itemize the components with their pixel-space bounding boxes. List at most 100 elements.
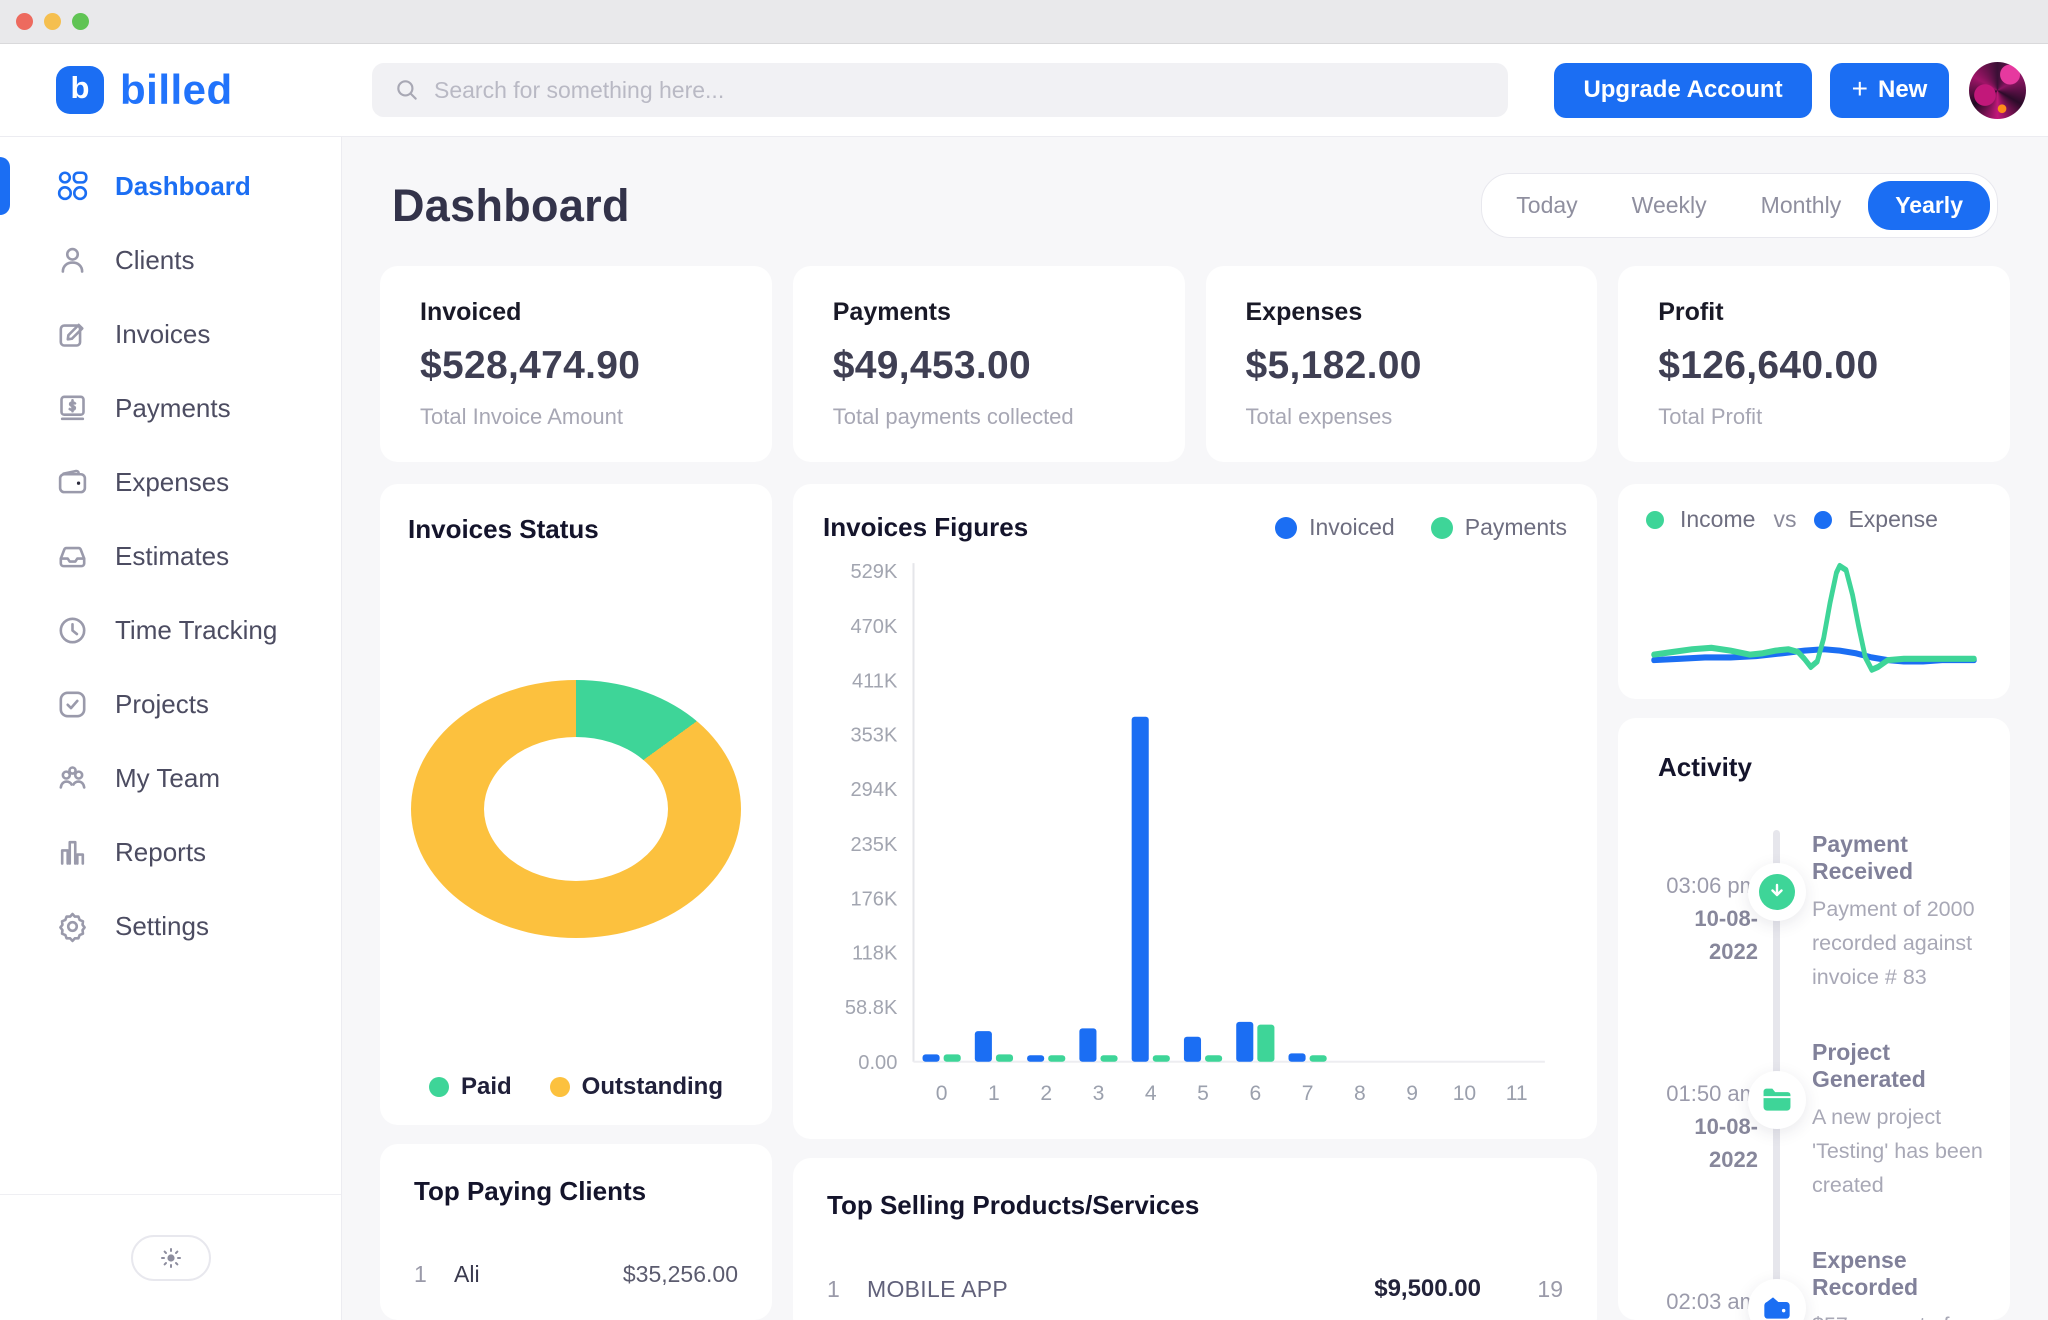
sidebar-item-payments[interactable]: Payments [0, 371, 341, 445]
income-dot-icon [1646, 511, 1664, 529]
stat-card-payments: Payments$49,453.00Total payments collect… [793, 266, 1185, 462]
activity-timestamp: 03:06 pm10-08-2022 [1658, 831, 1758, 995]
stat-value: $528,474.90 [420, 344, 732, 388]
sidebar-item-dashboard[interactable]: Dashboard [0, 149, 341, 223]
activity-item-body: A new project 'Testing' has been created [1812, 1101, 1984, 1203]
main-content: Dashboard TodayWeeklyMonthlyYearly Invoi… [342, 137, 2048, 1320]
sidebar-item-label: Invoices [115, 319, 210, 350]
income-vs-expense-card: Income vs Expense [1618, 484, 2010, 699]
top-paying-clients-rows: 1Ali$35,256.00 [414, 1261, 738, 1288]
top-selling-card: Top Selling Products/Services 1MOBILE AP… [793, 1158, 1597, 1320]
sidebar: DashboardClients Invoices PaymentsExpenses… [0, 137, 342, 1320]
invoices-icon [56, 318, 89, 351]
client-row[interactable]: 1Ali$35,256.00 [414, 1261, 738, 1288]
activity-item-expense-recorded: 02:03 am03-08-2022 Expense Recorded $57 am… [1658, 1247, 1984, 1320]
reports-icon [56, 836, 89, 869]
activity-date: 10-08-2022 [1658, 1110, 1758, 1176]
sidebar-item-label: Estimates [115, 541, 229, 572]
top-selling-title: Top Selling Products/Services [827, 1190, 1563, 1221]
sidebar-item-my-team[interactable]: My Team [0, 741, 341, 815]
legend-invoiced: Invoiced [1275, 514, 1395, 541]
svg-text:1: 1 [988, 1082, 1000, 1105]
activity-card: Activity 03:06 pm10-08-2022Payment Recei… [1618, 718, 2010, 1320]
period-tabs: TodayWeeklyMonthlyYearly [1481, 173, 1998, 238]
tab-today[interactable]: Today [1489, 181, 1604, 230]
income-label: Income [1680, 506, 1755, 533]
search-input[interactable] [434, 77, 1486, 104]
tab-monthly[interactable]: Monthly [1734, 181, 1869, 230]
product-name: MOBILE APP [867, 1276, 1374, 1303]
tab-weekly[interactable]: Weekly [1605, 181, 1734, 230]
activity-item-body: $57 amount of expense has been recorded [1812, 1309, 1984, 1320]
invoices-status-title: Invoices Status [408, 514, 744, 545]
stat-card-expenses: Expenses$5,182.00Total expenses [1206, 266, 1598, 462]
sidebar-nav: DashboardClients Invoices PaymentsExpenses… [0, 137, 341, 963]
activity-item-payment-received: 03:06 pm10-08-2022Payment ReceivedPaymen… [1658, 831, 1984, 995]
settings-icon [56, 910, 89, 943]
estimates-icon [56, 540, 89, 573]
sidebar-item-invoices[interactable]: Invoices [0, 297, 341, 371]
client-rank: 1 [414, 1261, 454, 1288]
stat-title: Profit [1658, 298, 1970, 327]
stat-title: Payments [833, 298, 1145, 327]
activity-time: 02:03 am [1658, 1285, 1758, 1318]
svg-text:0.00: 0.00 [858, 1052, 897, 1074]
window-minimize-button[interactable] [44, 13, 61, 30]
time-icon [56, 614, 89, 647]
stat-value: $126,640.00 [1658, 344, 1970, 388]
brand-logo-icon: b [56, 66, 104, 114]
product-rank: 1 [827, 1276, 867, 1303]
outstanding-dot-icon [550, 1077, 570, 1097]
svg-text:176K: 176K [850, 889, 898, 911]
clients-icon [56, 244, 89, 277]
top-paying-clients-title: Top Paying Clients [414, 1176, 738, 1207]
top-header: b billed Upgrade Account + New [0, 44, 2048, 137]
window-zoom-button[interactable] [72, 13, 89, 30]
sidebar-item-settings[interactable]: Settings [0, 889, 341, 963]
search-bar[interactable] [372, 63, 1508, 117]
window-close-button[interactable] [16, 13, 33, 30]
activity-timestamp: 02:03 am03-08-2022 [1658, 1247, 1758, 1320]
svg-text:118K: 118K [852, 942, 898, 964]
svg-text:4: 4 [1145, 1082, 1157, 1105]
svg-text:5: 5 [1197, 1082, 1209, 1105]
user-avatar[interactable] [1969, 62, 2026, 119]
stat-caption: Total Profit [1658, 404, 1970, 430]
product-row[interactable]: 1MOBILE APP$9,500.0019 [827, 1275, 1563, 1303]
sidebar-item-time-tracking[interactable]: Time Tracking [0, 593, 341, 667]
stats-row: Invoiced$528,474.90Total Invoice AmountP… [380, 266, 2010, 462]
sidebar-item-expenses[interactable]: Expenses [0, 445, 341, 519]
invoices-figures-bar-chart: 529K470K411K353K294K235K176K118K58.8K0.0… [823, 547, 1567, 1125]
product-count: 19 [1527, 1276, 1563, 1303]
new-button[interactable]: + New [1830, 63, 1949, 118]
brand[interactable]: b billed [0, 66, 342, 114]
svg-text:0: 0 [936, 1082, 948, 1105]
page-title: Dashboard [392, 180, 630, 232]
figures-legend: Invoiced Payments [1275, 514, 1567, 541]
activity-time: 01:50 am [1658, 1077, 1758, 1110]
sidebar-item-clients[interactable]: Clients [0, 223, 341, 297]
stat-value: $5,182.00 [1246, 344, 1558, 388]
sidebar-item-estimates[interactable]: Estimates [0, 519, 341, 593]
svg-text:9: 9 [1406, 1082, 1418, 1105]
activity-item-title: Project Generated [1812, 1039, 1984, 1093]
sidebar-item-label: Reports [115, 837, 206, 868]
svg-text:235K: 235K [850, 834, 898, 856]
projects-icon [56, 688, 89, 721]
sidebar-item-reports[interactable]: Reports [0, 815, 341, 889]
svg-text:353K: 353K [850, 724, 898, 746]
svg-text:3: 3 [1093, 1082, 1105, 1105]
upgrade-account-button[interactable]: Upgrade Account [1554, 63, 1812, 118]
activity-item-title: Expense Recorded [1812, 1247, 1984, 1301]
folder-icon [1748, 1071, 1806, 1129]
stat-caption: Total Invoice Amount [420, 404, 732, 430]
theme-toggle[interactable] [131, 1235, 211, 1281]
stat-card-profit: Profit $126,640.00 Total Profit [1618, 266, 2010, 462]
tab-yearly[interactable]: Yearly [1868, 181, 1990, 230]
activity-timestamp: 01:50 am10-08-2022 [1658, 1039, 1758, 1203]
svg-text:58.8K: 58.8K [845, 997, 898, 1019]
donut-hole [484, 737, 668, 881]
svg-text:411K: 411K [852, 671, 898, 693]
activity-item-body: Payment of 2000 recorded against invoice… [1812, 893, 1984, 995]
sidebar-item-projects[interactable]: Projects [0, 667, 341, 741]
